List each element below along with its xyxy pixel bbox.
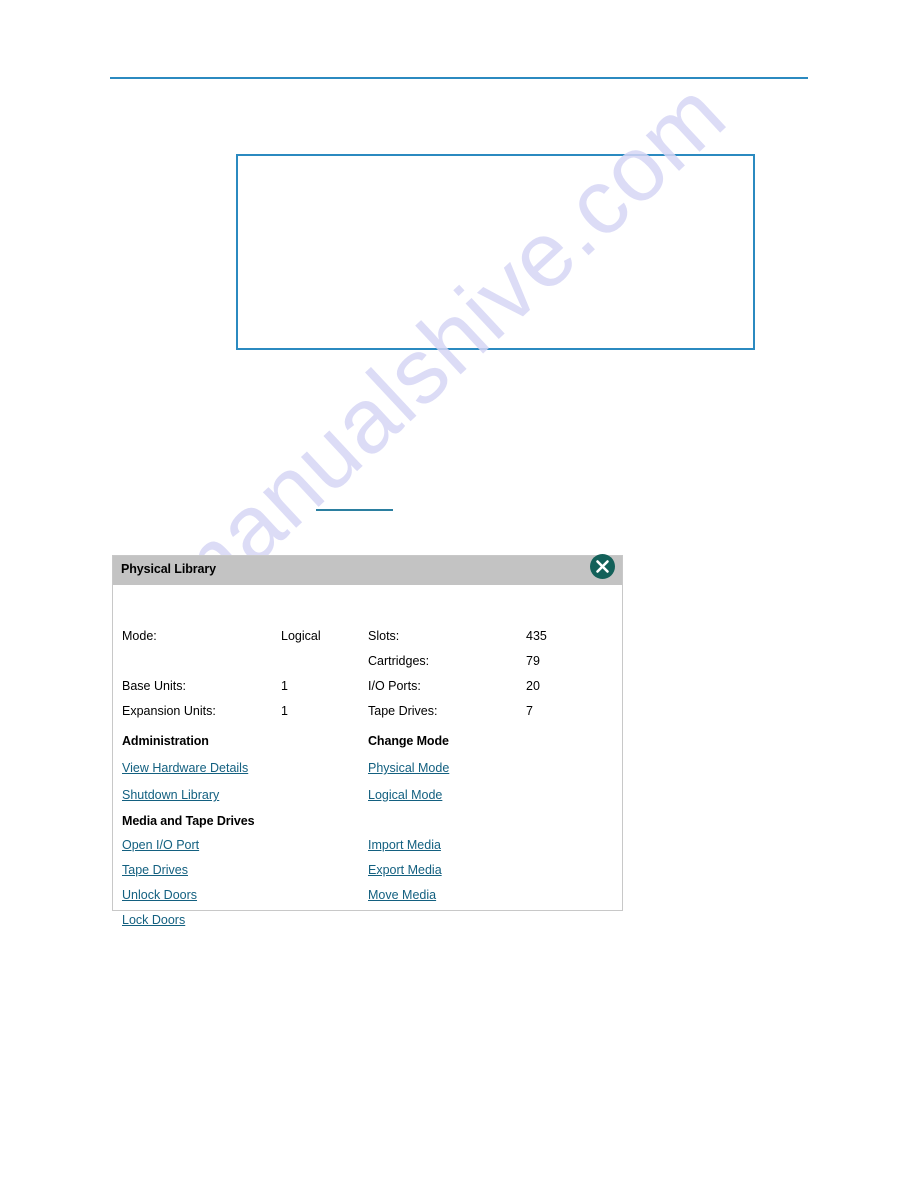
link-lock-doors[interactable]: Lock Doors [122, 913, 185, 927]
stat-label-slots: Slots: [368, 629, 400, 643]
link-import-media[interactable]: Import Media [368, 838, 441, 852]
section-heading-administration: Administration [122, 734, 209, 748]
figure-placeholder-box [236, 154, 755, 350]
section-heading-change-mode: Change Mode [368, 734, 449, 748]
blank-underlined-link[interactable] [316, 494, 393, 511]
stat-label-tape-drives: Tape Drives: [368, 704, 438, 718]
stat-value-tape-drives: 7 [526, 704, 533, 718]
link-open-io-port[interactable]: Open I/O Port [122, 838, 199, 852]
panel-header: Physical Library [113, 554, 622, 585]
link-logical-mode[interactable]: Logical Mode [368, 788, 442, 802]
table-row: Expansion Units: 1 Tape Drives: 7 [113, 704, 622, 728]
stat-label-io-ports: I/O Ports: [368, 679, 421, 693]
stat-label-base-units: Base Units: [122, 679, 186, 693]
table-row: Base Units: 1 I/O Ports: 20 [113, 679, 622, 703]
link-tape-drives[interactable]: Tape Drives [122, 863, 188, 877]
stat-label-expansion-units: Expansion Units: [122, 704, 216, 718]
stat-label-mode: Mode: [122, 629, 157, 643]
link-unlock-doors[interactable]: Unlock Doors [122, 888, 197, 902]
link-shutdown-library[interactable]: Shutdown Library [122, 788, 219, 802]
stat-value-cartridges: 79 [526, 654, 540, 668]
link-move-media[interactable]: Move Media [368, 888, 436, 902]
link-physical-mode[interactable]: Physical Mode [368, 761, 449, 775]
stat-value-slots: 435 [526, 629, 547, 643]
section-heading-media-and-tape-drives: Media and Tape Drives [122, 814, 255, 828]
stat-label-cartridges: Cartridges: [368, 654, 430, 668]
close-icon[interactable] [590, 554, 615, 579]
page-title: Physical Library [121, 562, 216, 576]
stat-value-expansion-units: 1 [281, 704, 288, 718]
link-view-hardware-details[interactable]: View Hardware Details [122, 761, 248, 775]
stat-value-io-ports: 20 [526, 679, 540, 693]
header-divider-rule [110, 77, 808, 79]
table-row: Cartridges: 79 [113, 654, 622, 678]
link-export-media[interactable]: Export Media [368, 863, 442, 877]
table-row: Mode: Logical Slots: 435 [113, 629, 622, 653]
stat-value-mode: Logical [281, 629, 321, 643]
panel-body: Mode: Logical Slots: 435 Cartridges: 79 … [113, 585, 622, 927]
stat-value-base-units: 1 [281, 679, 288, 693]
physical-library-panel: Physical Library Mode: Logical Slots: 43… [112, 554, 623, 927]
